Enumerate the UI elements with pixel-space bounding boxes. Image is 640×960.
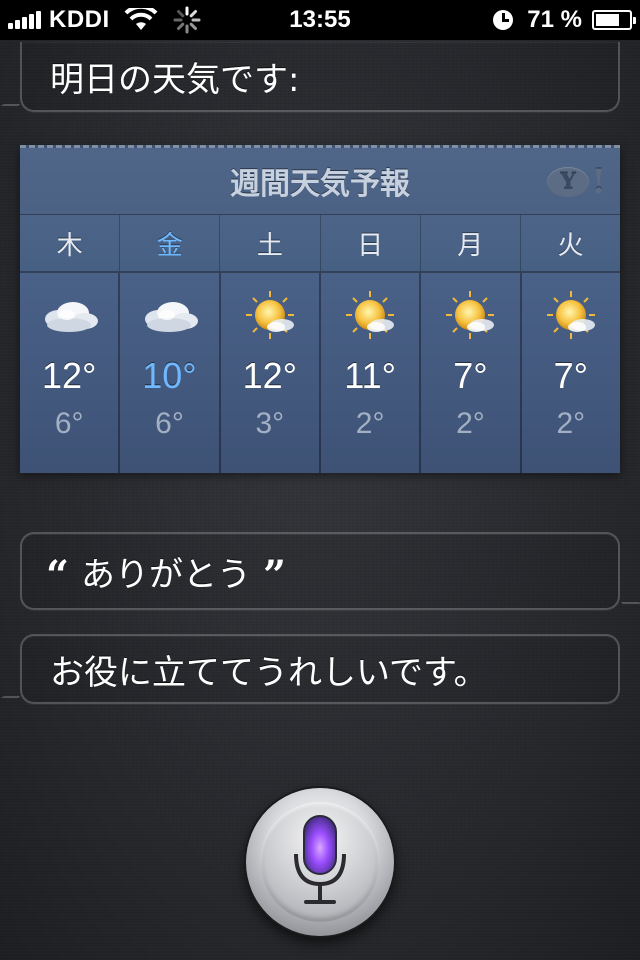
weather-day-column: 7° 2° xyxy=(521,273,620,473)
weather-day-label: 日 xyxy=(321,215,421,271)
weather-day-label: 土 xyxy=(220,215,321,271)
sun-cloud-icon xyxy=(446,291,495,339)
weather-day-label: 火 xyxy=(557,230,584,261)
quote-close-icon: ” xyxy=(263,551,287,599)
quote-open-icon: “ xyxy=(46,551,70,599)
weather-day-column: 12° 6° xyxy=(20,273,121,473)
siri-response-bubble: 明日の天気です: xyxy=(0,42,620,112)
yahoo-logo-mark: Y xyxy=(547,167,590,197)
siri-response-text: 明日の天気です: xyxy=(50,59,300,100)
sun-cloud-icon xyxy=(245,291,294,339)
weather-day-column: 11° 2° xyxy=(320,273,422,473)
alarm-clock-icon xyxy=(493,10,514,30)
weather-day-column: 12° 3° xyxy=(220,273,321,473)
weather-card-header: 週間天気予報 Y ! xyxy=(20,148,620,215)
sun-cloud-icon xyxy=(546,291,595,339)
weather-day-label: 金 xyxy=(120,215,221,271)
weather-day-column: 7° 2° xyxy=(421,273,522,473)
yahoo-logo-exclamation: ! xyxy=(591,162,606,202)
weather-card-title: 週間天気予報 xyxy=(230,167,410,202)
sun-cloud-icon xyxy=(346,291,395,339)
status-bar: KDDI 13:55 71 % xyxy=(0,0,640,40)
yahoo-logo[interactable]: Y ! xyxy=(547,162,606,202)
weather-day-label: 月 xyxy=(421,215,521,271)
siri-response-text: お役に立ててうれしいです。 xyxy=(50,652,488,693)
weather-low-temp: 2° xyxy=(456,407,485,440)
user-utterance-text: ありがとう xyxy=(81,554,252,595)
siri-microphone-button[interactable] xyxy=(246,788,394,936)
weather-day-columns: 12° 6° 10° 6° 12° 3° 11° 2° 7° 2° 7° 2° xyxy=(20,273,620,473)
cloudy-icon xyxy=(45,302,99,332)
weather-high-temp: 7° xyxy=(453,355,488,396)
weather-high-temp: 10° xyxy=(142,355,197,396)
weather-high-temp: 12° xyxy=(242,355,298,396)
weather-low-temp: 3° xyxy=(255,407,285,440)
bubble-tail xyxy=(609,588,640,604)
cloudy-icon xyxy=(145,302,199,332)
weather-high-temp: 12° xyxy=(41,355,97,396)
weather-low-temp: 2° xyxy=(355,407,385,440)
weather-low-temp: 6° xyxy=(54,407,84,440)
weather-high-temp: 11° xyxy=(344,355,397,396)
weather-low-temp: 2° xyxy=(556,407,586,440)
user-utterance-bubble[interactable]: “ ありがとう ” xyxy=(20,532,640,610)
weather-low-temp: 6° xyxy=(155,407,184,440)
weather-day-column: 10° 6° xyxy=(120,273,221,473)
battery-percentage: 71 % xyxy=(527,6,582,33)
bubble-tail xyxy=(0,88,34,106)
weather-forecast-card[interactable]: 週間天気予報 Y ! 木金土日月火 12° 6° 10° 6° 12° 3° 11° 2° 7°… xyxy=(20,145,620,473)
siri-response-bubble: お役に立ててうれしいです。 xyxy=(0,634,620,704)
bubble-tail xyxy=(0,680,34,698)
weather-high-temp: 7° xyxy=(553,355,589,396)
weather-day-headers: 木金土日月 火 xyxy=(20,215,620,273)
battery-icon xyxy=(592,10,636,30)
microphone-icon xyxy=(294,815,346,904)
weather-day-label: 木 xyxy=(20,215,121,271)
